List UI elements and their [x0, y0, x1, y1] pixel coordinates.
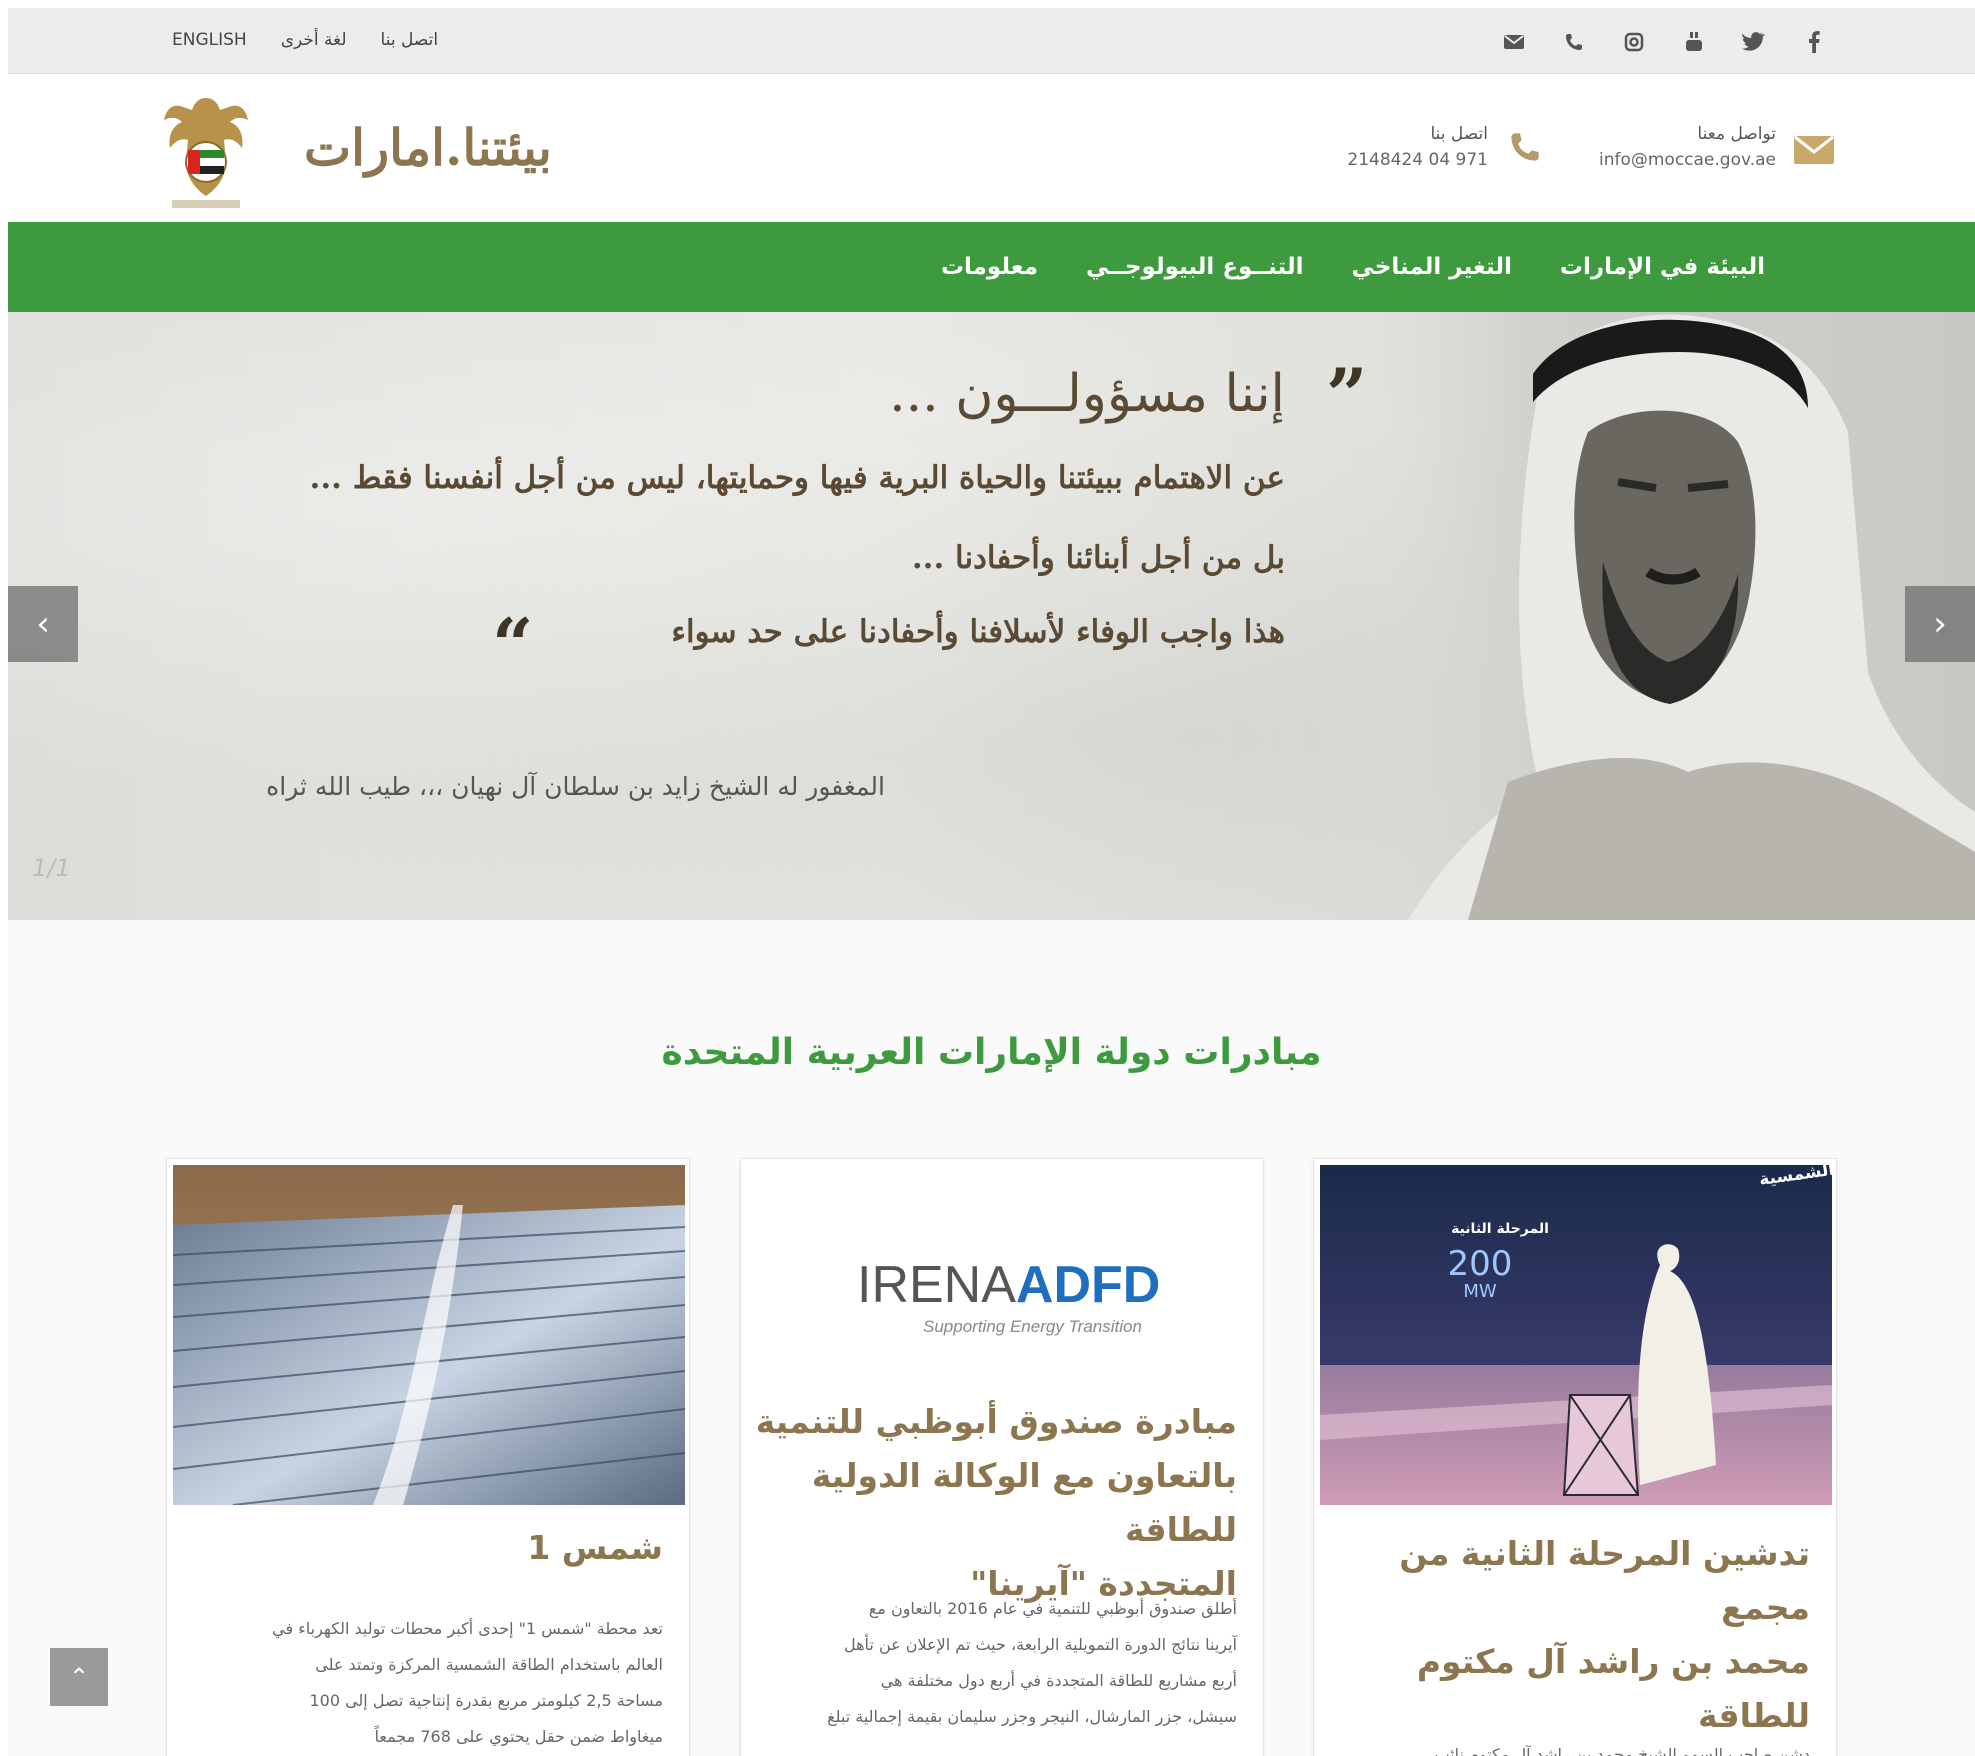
twitter-icon[interactable]: [1731, 22, 1777, 62]
slider-next-button[interactable]: ›: [1905, 586, 1975, 662]
card-text-line: أطلق صندوق أبوظبي للتنمية في عام 2016 با…: [868, 1599, 1237, 1618]
main-nav: البيئة في الإمارات التغير المناخي التنــ…: [8, 222, 1975, 312]
mail-icon: [1792, 134, 1836, 175]
facebook-icon[interactable]: [1791, 22, 1837, 62]
card-title-line: محمد بن راشد آل مكتوم للطاقة: [1416, 1642, 1810, 1735]
site-brand-title[interactable]: بيئتنا.امارات: [304, 118, 552, 177]
card-text: أطلق صندوق أبوظبي للتنمية في عام 2016 با…: [827, 1591, 1237, 1735]
card-text-line: تعد محطة "شمس 1" إحدى أكبر محطات توليد ا…: [272, 1619, 663, 1638]
phone-icon[interactable]: [1551, 22, 1597, 62]
language-english-link[interactable]: ENGLISH: [172, 30, 247, 50]
initiative-card[interactable]: IRENAADFD Supporting Energy Transition م…: [740, 1158, 1264, 1756]
top-links: ENGLISH لغة أخرى اتصل بنا: [172, 30, 438, 50]
slider-prev-button[interactable]: ‹: [8, 586, 78, 662]
initiatives-section-title: مبادرات دولة الإمارات العربية المتحدة: [661, 1032, 1322, 1073]
hero-attribution: المغفور له الشيخ زايد بن سلطان آل نهيان …: [266, 772, 885, 801]
phone-icon: [1508, 130, 1542, 173]
card-text-line: أربع مشاريع للطاقة المتجددة في أربع دول …: [880, 1671, 1237, 1690]
youtube-icon[interactable]: [1671, 22, 1717, 62]
logo-tagline: Supporting Energy Transition: [923, 1317, 1142, 1336]
envelope-icon[interactable]: [1491, 22, 1537, 62]
card-text-line: دشن صاحب السمو الشيخ محمد بن راشد آل مكت…: [1434, 1745, 1810, 1756]
card-title[interactable]: تدشين المرحلة الثانية من مجمع محمد بن را…: [1314, 1527, 1810, 1756]
card-image-shams1-solar: [173, 1165, 685, 1505]
instagram-icon[interactable]: [1611, 22, 1657, 62]
hero-slider: ” إننا مسؤولـــون ... عن الاهتمام ببيئتن…: [8, 312, 1975, 920]
chevron-up-icon: ⌃: [68, 1663, 90, 1691]
card-image-unit: MW: [1463, 1281, 1497, 1302]
card-image-caption-sub: المرحلة الثانية: [1451, 1221, 1549, 1237]
contact-phone: اتصل بنا 2148424 04 971: [1318, 124, 1488, 170]
hero-quote-line-1: عن الاهتمام ببيئتنا والحياة البرية فيها …: [309, 460, 1285, 496]
card-text: دشن صاحب السمو الشيخ محمد بن راشد آل مكت…: [1434, 1737, 1810, 1756]
card-title-line: بالتعاون مع الوكالة الدولية للطاقة: [811, 1456, 1237, 1549]
card-title[interactable]: مبادرة صندوق أبوظبي للتنمية بالتعاون مع …: [741, 1395, 1237, 1611]
card-text: تعد محطة "شمس 1" إحدى أكبر محطات توليد ا…: [272, 1611, 663, 1755]
card-image-value: 200: [1448, 1244, 1513, 1284]
card-title-line: مبادرة صندوق أبوظبي للتنمية: [755, 1402, 1237, 1441]
top-bar: ENGLISH لغة أخرى اتصل بنا: [8, 8, 1975, 74]
uae-emblem-logo[interactable]: [158, 92, 254, 214]
card-image-solar-park: مجمع محمد بن راشد آل مكتوم للطاقة الشمسي…: [1320, 1165, 1832, 1505]
card-text-line: آيرينا نتائج الدورة التمويلية الرابعة، ح…: [843, 1635, 1237, 1654]
hero-portrait-image: [1388, 312, 1975, 920]
initiative-card[interactable]: شمس 1 تعد محطة "شمس 1" إحدى أكبر محطات ت…: [166, 1158, 690, 1756]
nav-item-information[interactable]: معلومات: [941, 254, 1038, 280]
social-icons: [1491, 22, 1837, 62]
card-title-line: شمس 1: [527, 1528, 663, 1567]
card-text-line: سيشل، جزر المارشال، النيجر وجزر سليمان ب…: [827, 1707, 1237, 1726]
card-title[interactable]: شمس 1: [527, 1521, 663, 1575]
quote-open-mark: ”: [1326, 352, 1368, 437]
hero-quote-heading: إننا مسؤولـــون ...: [889, 364, 1285, 424]
nav-item-environment-uae[interactable]: البيئة في الإمارات: [1560, 254, 1765, 280]
chevron-right-icon: ›: [1933, 604, 1947, 644]
card-text-line: مساحة 2,5 كيلومتر مربع بقدرة إنتاجية تصل…: [309, 1691, 663, 1710]
card-text-line: ميغاواط ضمن حقل يحتوي على 768 مجمعاً: [374, 1727, 663, 1746]
contact-us-link[interactable]: اتصل بنا: [381, 30, 439, 50]
quote-close-mark: “: [492, 602, 534, 687]
nav-item-climate-change[interactable]: التغير المناخي: [1351, 254, 1511, 280]
hero-quote-line-3: هذا واجب الوفاء لأسلافنا وأحفادنا على حد…: [671, 614, 1285, 650]
chevron-left-icon: ‹: [36, 604, 50, 644]
initiative-card[interactable]: مجمع محمد بن راشد آل مكتوم للطاقة الشمسي…: [1313, 1158, 1837, 1756]
card-text-line: العالم باستخدام الطاقة الشمسية المركزة و…: [315, 1655, 663, 1674]
contact-mail-label: تواصل معنا: [1697, 124, 1776, 144]
contact-phone-value[interactable]: 2148424 04 971: [1318, 150, 1488, 170]
nav-items: البيئة في الإمارات التغير المناخي التنــ…: [941, 222, 1765, 312]
site-header: بيئتنا.امارات اتصل بنا 2148424 04 971 تو…: [8, 74, 1975, 230]
contact-phone-label: اتصل بنا: [1430, 124, 1488, 144]
slide-counter: 1/1: [32, 854, 71, 882]
other-language-link[interactable]: لغة أخرى: [281, 30, 347, 50]
scroll-to-top-button[interactable]: ⌃: [50, 1648, 108, 1706]
nav-item-biodiversity[interactable]: التنــوع البيولوجــي: [1086, 254, 1304, 280]
card-title-line: تدشين المرحلة الثانية من مجمع: [1399, 1534, 1810, 1627]
contact-mail: تواصل معنا info@moccae.gov.ae: [1566, 124, 1776, 170]
irena-adfd-logo: IRENAADFD: [857, 1255, 1160, 1315]
contact-mail-value[interactable]: info@moccae.gov.ae: [1566, 150, 1776, 170]
page: ENGLISH لغة أخرى اتصل بنا بيئتنا.امارات …: [8, 8, 1975, 1756]
hero-quote-line-2: بل من أجل أبنائنا وأحفادنا ...: [911, 540, 1285, 576]
logo-irena-text: IRENA: [857, 1256, 1016, 1314]
logo-adfd-text: ADFD: [1015, 1256, 1161, 1314]
